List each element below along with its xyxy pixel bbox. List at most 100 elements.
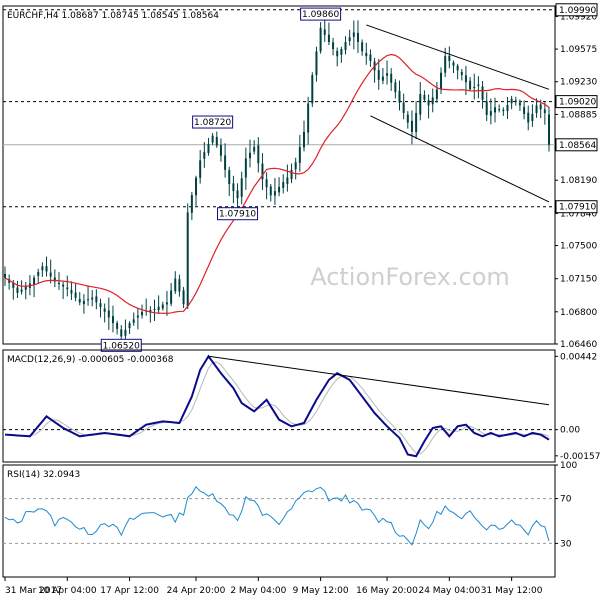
current-price-label: 1.08564 (559, 141, 596, 151)
time-tick-label: 31 May 12:00 (481, 586, 543, 596)
candle-body (340, 49, 343, 55)
candle-body (132, 319, 135, 323)
candle-body (361, 42, 364, 52)
candle-body (265, 179, 268, 188)
candle-body (62, 284, 65, 287)
candle-body (20, 289, 23, 292)
candle-body (518, 102, 521, 106)
candle-body (527, 112, 530, 123)
candle-body (298, 147, 301, 163)
candle-body (302, 131, 305, 148)
candle-body (327, 34, 330, 42)
rsi-panel: RSI(14) 32.0943 100 70 30 (2, 461, 577, 578)
candle-body (523, 106, 526, 114)
macd-title: MACD(12,26,9) -0.000605 -0.000368 (7, 355, 174, 365)
candle-body (203, 152, 206, 159)
candle-body (199, 160, 202, 178)
price-tick-label: 1.08885 (560, 110, 597, 120)
candle-body (485, 101, 488, 115)
candle-body (24, 286, 27, 290)
candle-body (307, 103, 310, 133)
macd-signal-line (4, 361, 550, 455)
candle-body (45, 266, 48, 272)
candle-body (178, 279, 181, 292)
candle-body (406, 114, 409, 123)
price-tick-label: 1.08190 (560, 176, 597, 186)
candle-body (352, 32, 355, 37)
time-tick-label: 24 Apr 20:00 (167, 586, 226, 596)
candle-body (348, 37, 351, 42)
candle-body (469, 80, 472, 90)
candle-body (494, 107, 497, 113)
candle-body (78, 298, 81, 303)
candle-body (381, 76, 384, 81)
candle-body (477, 84, 480, 86)
candle-body (481, 86, 484, 100)
candle-body (111, 316, 114, 324)
time-tick-label: 10 Apr 04:00 (38, 586, 97, 596)
time-tick-label: 17 Apr 12:00 (100, 586, 159, 596)
candle-body (215, 136, 218, 146)
candle-body (332, 42, 335, 50)
time-tick-label: 16 May 20:00 (356, 586, 418, 596)
price-title: EURCHF,H4 1.08687 1.08745 1.08545 1.0856… (7, 11, 219, 21)
price-tick-label: 1.09230 (560, 78, 597, 88)
price-trendline (370, 115, 550, 203)
candle-body (207, 143, 210, 153)
candle-body (336, 50, 339, 57)
candle-body (390, 73, 393, 83)
candle-body (182, 290, 185, 305)
candle-body (269, 186, 272, 196)
candle-body (282, 182, 285, 188)
candle-body (498, 109, 501, 111)
candle-body (66, 287, 69, 290)
price-annotation-label: 1.09860 (302, 10, 339, 20)
candle-body (70, 290, 73, 294)
candle-body (290, 169, 293, 180)
candle-body (415, 112, 418, 133)
candle-body (506, 104, 509, 112)
candle-body (365, 52, 368, 57)
candle-body (286, 177, 289, 184)
candle-body (311, 75, 314, 104)
rsi-tick-label: 70 (560, 495, 572, 505)
price-tick-label: 1.06800 (560, 308, 597, 318)
candle-body (224, 155, 227, 170)
candle-body (190, 195, 193, 213)
candle-body (419, 94, 422, 115)
candle-body (33, 277, 36, 285)
candle-body (386, 73, 389, 76)
candle-body (456, 65, 459, 71)
price-annotation-label: 1.07910 (219, 210, 256, 220)
time-tick-label: 2 May 04:00 (230, 586, 286, 596)
candle-body (57, 282, 60, 285)
candle-body (377, 69, 380, 80)
candle-body (16, 287, 19, 293)
candle-body (161, 304, 164, 309)
candle-body (319, 27, 322, 52)
candle-body (228, 170, 231, 184)
candle-body (423, 95, 426, 100)
macd-tick-label: 0.00442 (560, 352, 597, 362)
candle-body (473, 86, 476, 89)
candle-body (157, 306, 160, 310)
forex-chart: EURCHF,H4 1.08687 1.08745 1.08545 1.0856… (2, 3, 600, 596)
price-frame (2, 5, 556, 345)
candle-body (444, 56, 447, 73)
candle-body (394, 82, 397, 93)
candle-body (452, 62, 455, 66)
candle-body (315, 51, 318, 76)
macd-tick-label: 0.00 (560, 426, 580, 436)
candle-body (82, 300, 85, 305)
level-tag-label: 1.07910 (559, 203, 596, 213)
rsi-tick-label: 30 (560, 539, 572, 549)
price-panel: EURCHF,H4 1.08687 1.08745 1.08545 1.0856… (2, 3, 598, 352)
candle-body (294, 162, 297, 170)
candle-body (249, 152, 252, 159)
macd-panel: MACD(12,26,9) -0.000605 -0.000368 0.00442… (2, 349, 600, 463)
candle-body (410, 120, 413, 132)
price-tick-label: 1.06460 (560, 340, 597, 350)
candle-body (219, 145, 222, 156)
rsi-line (4, 486, 550, 546)
candle-body (41, 266, 44, 271)
